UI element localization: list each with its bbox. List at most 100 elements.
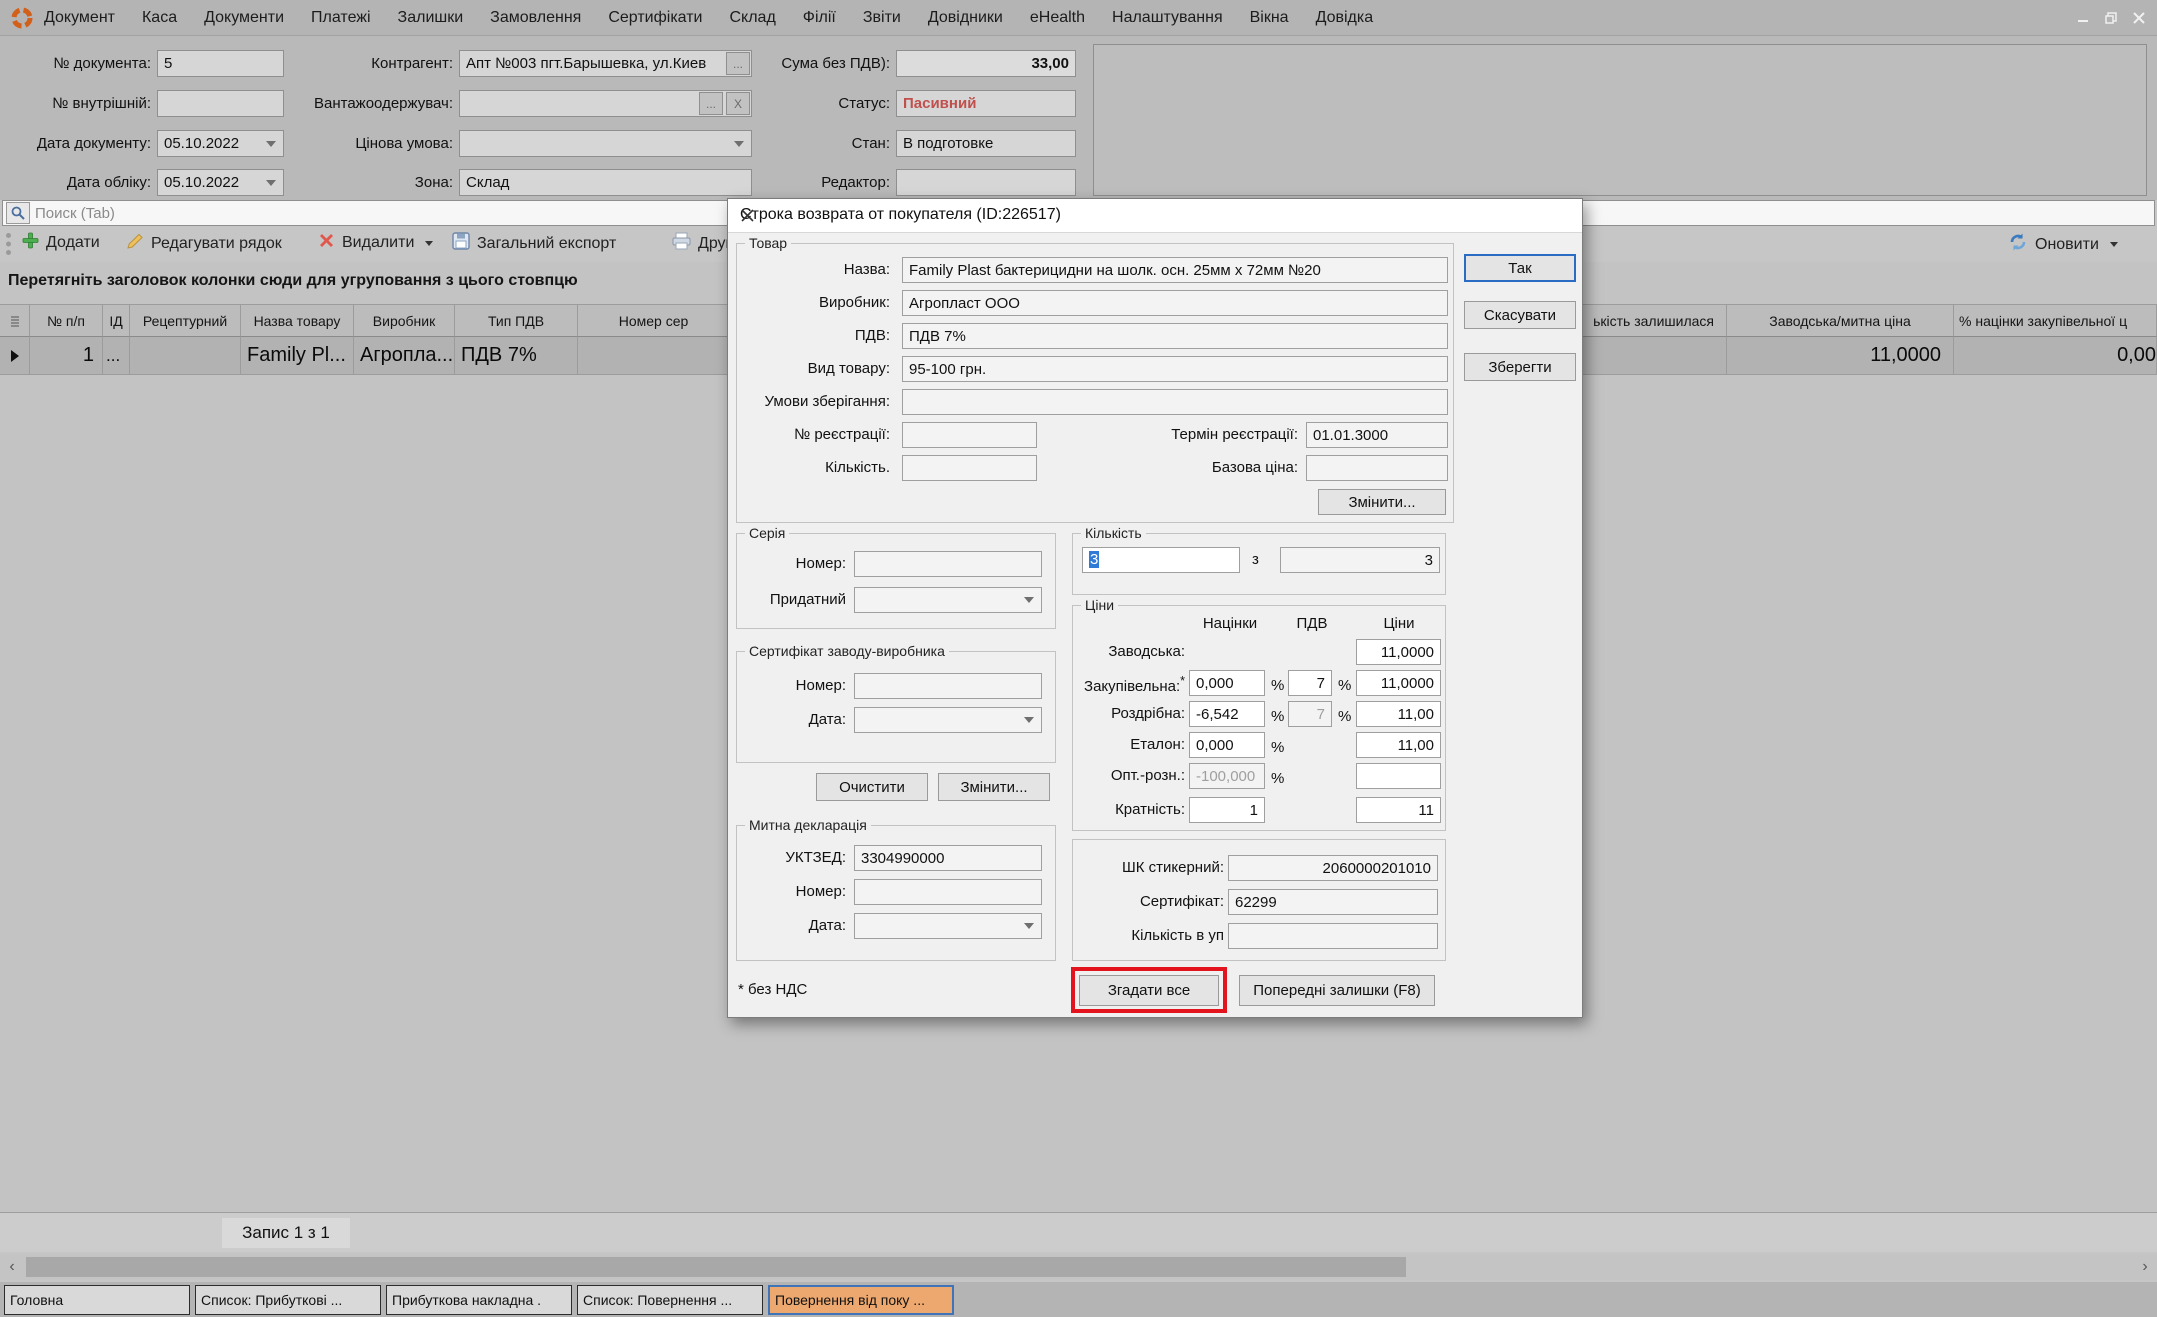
horizontal-scrollbar[interactable]: ‹ › [0, 1254, 2157, 1280]
column-header-vat[interactable]: Тип ПДВ [455, 304, 578, 337]
add-button[interactable]: Додати [22, 232, 100, 254]
storage-conditions-input[interactable] [902, 389, 1448, 415]
menu-item-help[interactable]: Довідка [1316, 9, 1374, 27]
column-header-markup[interactable]: % націнки закупівельної ц [1954, 304, 2157, 337]
purchase-vat-input[interactable] [1288, 670, 1332, 696]
row-cell-markup[interactable]: 0,00 [1954, 337, 2157, 375]
cert-clear-button[interactable]: Очистити [816, 773, 928, 801]
export-button[interactable]: Загальний експорт [452, 232, 616, 255]
delete-button[interactable]: Видалити [318, 232, 433, 254]
price-condition-select[interactable] [459, 130, 752, 157]
product-change-button[interactable]: Змінити... [1318, 489, 1446, 515]
menu-item-reports[interactable]: Звіти [863, 9, 901, 27]
purchase-price-input[interactable] [1356, 670, 1441, 696]
series-valid-chevron-icon[interactable] [1024, 597, 1034, 603]
contractor-input[interactable] [459, 50, 752, 77]
base-price-input[interactable] [1306, 455, 1448, 481]
column-header-producer[interactable]: Виробник [354, 304, 455, 337]
ok-button[interactable]: Так [1464, 254, 1576, 282]
save-button[interactable]: Зберегти [1464, 353, 1576, 381]
column-header-num[interactable]: № п/п [30, 304, 103, 337]
tab-incoming-list[interactable]: Список: Прибуткові ... [195, 1285, 381, 1315]
customs-date-chevron-icon[interactable] [1024, 923, 1034, 929]
column-header-receptur[interactable]: Рецептурний [130, 304, 241, 337]
row-cell-factory-price[interactable]: 11,0000 [1727, 337, 1954, 375]
consignee-browse-button[interactable]: ... [699, 92, 723, 115]
column-header-factory-price[interactable]: Заводська/митна ціна [1727, 304, 1954, 337]
purchase-markup-input[interactable] [1189, 670, 1265, 696]
doc-date-input[interactable] [157, 130, 284, 157]
previous-stock-button[interactable]: Попередні залишки (F8) [1239, 975, 1435, 1006]
series-number-input[interactable] [854, 551, 1042, 577]
column-header-id[interactable]: ІД [103, 304, 130, 337]
product-qty-input[interactable] [902, 455, 1037, 481]
product-kind-input[interactable] [902, 356, 1448, 382]
row-cell-receptur[interactable] [130, 337, 241, 375]
scroll-right-icon[interactable]: › [2133, 1254, 2157, 1280]
product-name-input[interactable] [902, 257, 1448, 283]
dialog-title-bar[interactable]: Строка возврата от покупателя (ID:226517… [728, 199, 1582, 233]
tab-home[interactable]: Головна [4, 1285, 190, 1315]
customs-date-select[interactable] [854, 913, 1042, 939]
zone-input[interactable] [459, 169, 752, 196]
menu-item-warehouse[interactable]: Склад [729, 9, 775, 27]
refresh-button[interactable]: Оновити [2008, 232, 2118, 257]
account-date-chevron-icon[interactable] [266, 180, 276, 186]
series-valid-select[interactable] [854, 587, 1042, 613]
menu-item-stock[interactable]: Залишки [398, 9, 464, 27]
cert-date-chevron-icon[interactable] [1024, 717, 1034, 723]
menu-item-payments[interactable]: Платежі [311, 9, 371, 27]
product-vat-input[interactable] [902, 323, 1448, 349]
row-cell-vat[interactable]: ПДВ 7% [455, 337, 578, 375]
reg-number-input[interactable] [902, 422, 1037, 448]
scroll-left-icon[interactable]: ‹ [0, 1254, 24, 1280]
retail-price-input[interactable] [1356, 701, 1441, 727]
menu-item-directories[interactable]: Довідники [928, 9, 1003, 27]
opt-price-input[interactable] [1356, 763, 1441, 789]
tab-incoming-invoice[interactable]: Прибуткова накладна . [386, 1285, 572, 1315]
menu-item-windows[interactable]: Вікна [1250, 9, 1289, 27]
tab-return-from-buyer[interactable]: Повернення від поку ... [768, 1285, 954, 1315]
column-header-serial[interactable]: Номер сер [578, 304, 730, 337]
minimize-button[interactable] [2071, 9, 2095, 27]
uktzed-input[interactable] [854, 845, 1042, 871]
retail-markup-input[interactable] [1189, 701, 1265, 727]
multiplicity-price-input[interactable] [1356, 797, 1441, 823]
row-cell-name[interactable]: Family Pl... [241, 337, 354, 375]
internal-number-input[interactable] [157, 90, 284, 117]
delete-dropdown-icon[interactable] [425, 241, 433, 246]
cert-date-select[interactable] [854, 707, 1042, 733]
cert-change-button[interactable]: Змінити... [938, 773, 1050, 801]
doc-number-input[interactable] [157, 50, 284, 77]
shk-input[interactable] [1228, 855, 1438, 881]
pack-qty-input[interactable] [1228, 923, 1438, 949]
edit-row-button[interactable]: Редагувати рядок [126, 232, 282, 255]
tab-returns-list[interactable]: Список: Повернення ... [577, 1285, 763, 1315]
refresh-dropdown-icon[interactable] [2110, 242, 2118, 247]
sticker-cert-input[interactable] [1228, 889, 1438, 915]
recall-all-button[interactable]: Згадати все [1079, 975, 1219, 1006]
multiplicity-input[interactable] [1189, 797, 1265, 823]
restore-button[interactable] [2099, 9, 2123, 27]
cert-number-input[interactable] [854, 673, 1042, 699]
account-date-input[interactable] [157, 169, 284, 196]
factory-price-input[interactable] [1356, 639, 1441, 665]
menu-item-kasa[interactable]: Каса [142, 9, 177, 27]
etalon-markup-input[interactable] [1189, 732, 1265, 758]
scrollbar-thumb[interactable] [26, 1257, 1406, 1277]
reg-term-input[interactable] [1306, 422, 1448, 448]
cancel-button[interactable]: Скасувати [1464, 301, 1576, 329]
close-window-button[interactable] [2127, 9, 2151, 27]
product-producer-input[interactable] [902, 290, 1448, 316]
column-header-name[interactable]: Назва товару [241, 304, 354, 337]
print-button[interactable]: Друк [672, 232, 733, 255]
menu-item-ehealth[interactable]: eHealth [1030, 9, 1085, 27]
quantity-input[interactable]: 3 [1082, 547, 1240, 573]
row-cell-serial[interactable] [578, 337, 730, 375]
customs-number-input[interactable] [854, 879, 1042, 905]
dialog-close-icon[interactable] [740, 208, 756, 224]
menu-item-certificates[interactable]: Сертифікати [608, 9, 702, 27]
row-cell-num[interactable]: 1 [30, 337, 103, 375]
menu-item-document[interactable]: Документ [44, 9, 115, 27]
row-cell-producer[interactable]: Агропла... [354, 337, 455, 375]
